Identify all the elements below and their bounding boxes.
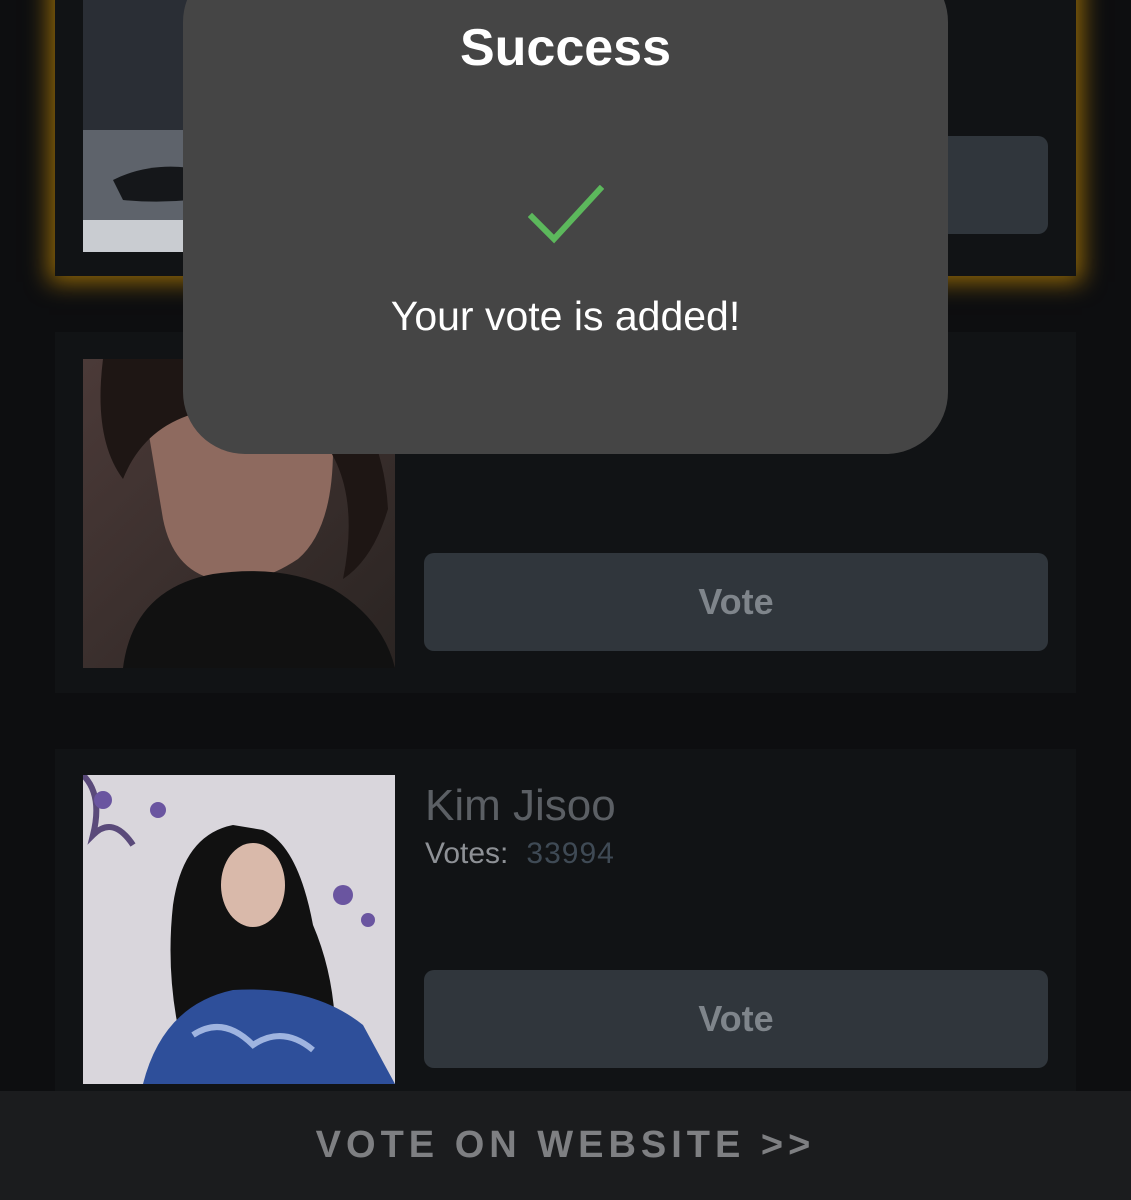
dialog-title: Success	[459, 19, 672, 77]
dialog-message: Your vote is added!	[390, 293, 741, 339]
votes-count: 33994	[526, 837, 615, 870]
voting-screen: Vote Kim Jisoo Votes: 33994 Vote VOTE ON…	[0, 0, 1131, 1200]
vote-on-website-label: VOTE ON WEBSITE >>	[315, 1124, 816, 1166]
checkmark-icon	[527, 184, 605, 250]
vote-on-website-button[interactable]: VOTE ON WEBSITE >>	[0, 1091, 1131, 1200]
vote-count-row: Votes: 33994	[425, 837, 615, 871]
candidate-name: Kim Jisoo	[425, 781, 616, 830]
votes-label: Votes:	[425, 837, 509, 870]
vote-button-2[interactable]: Vote	[424, 553, 1048, 651]
success-dialog: Success Your vote is added!	[183, 0, 948, 454]
vote-button-3[interactable]: Vote	[424, 970, 1048, 1068]
candidate-photo-3	[83, 775, 395, 1084]
candidate-card-3: Kim Jisoo Votes: 33994 Vote	[55, 749, 1076, 1091]
